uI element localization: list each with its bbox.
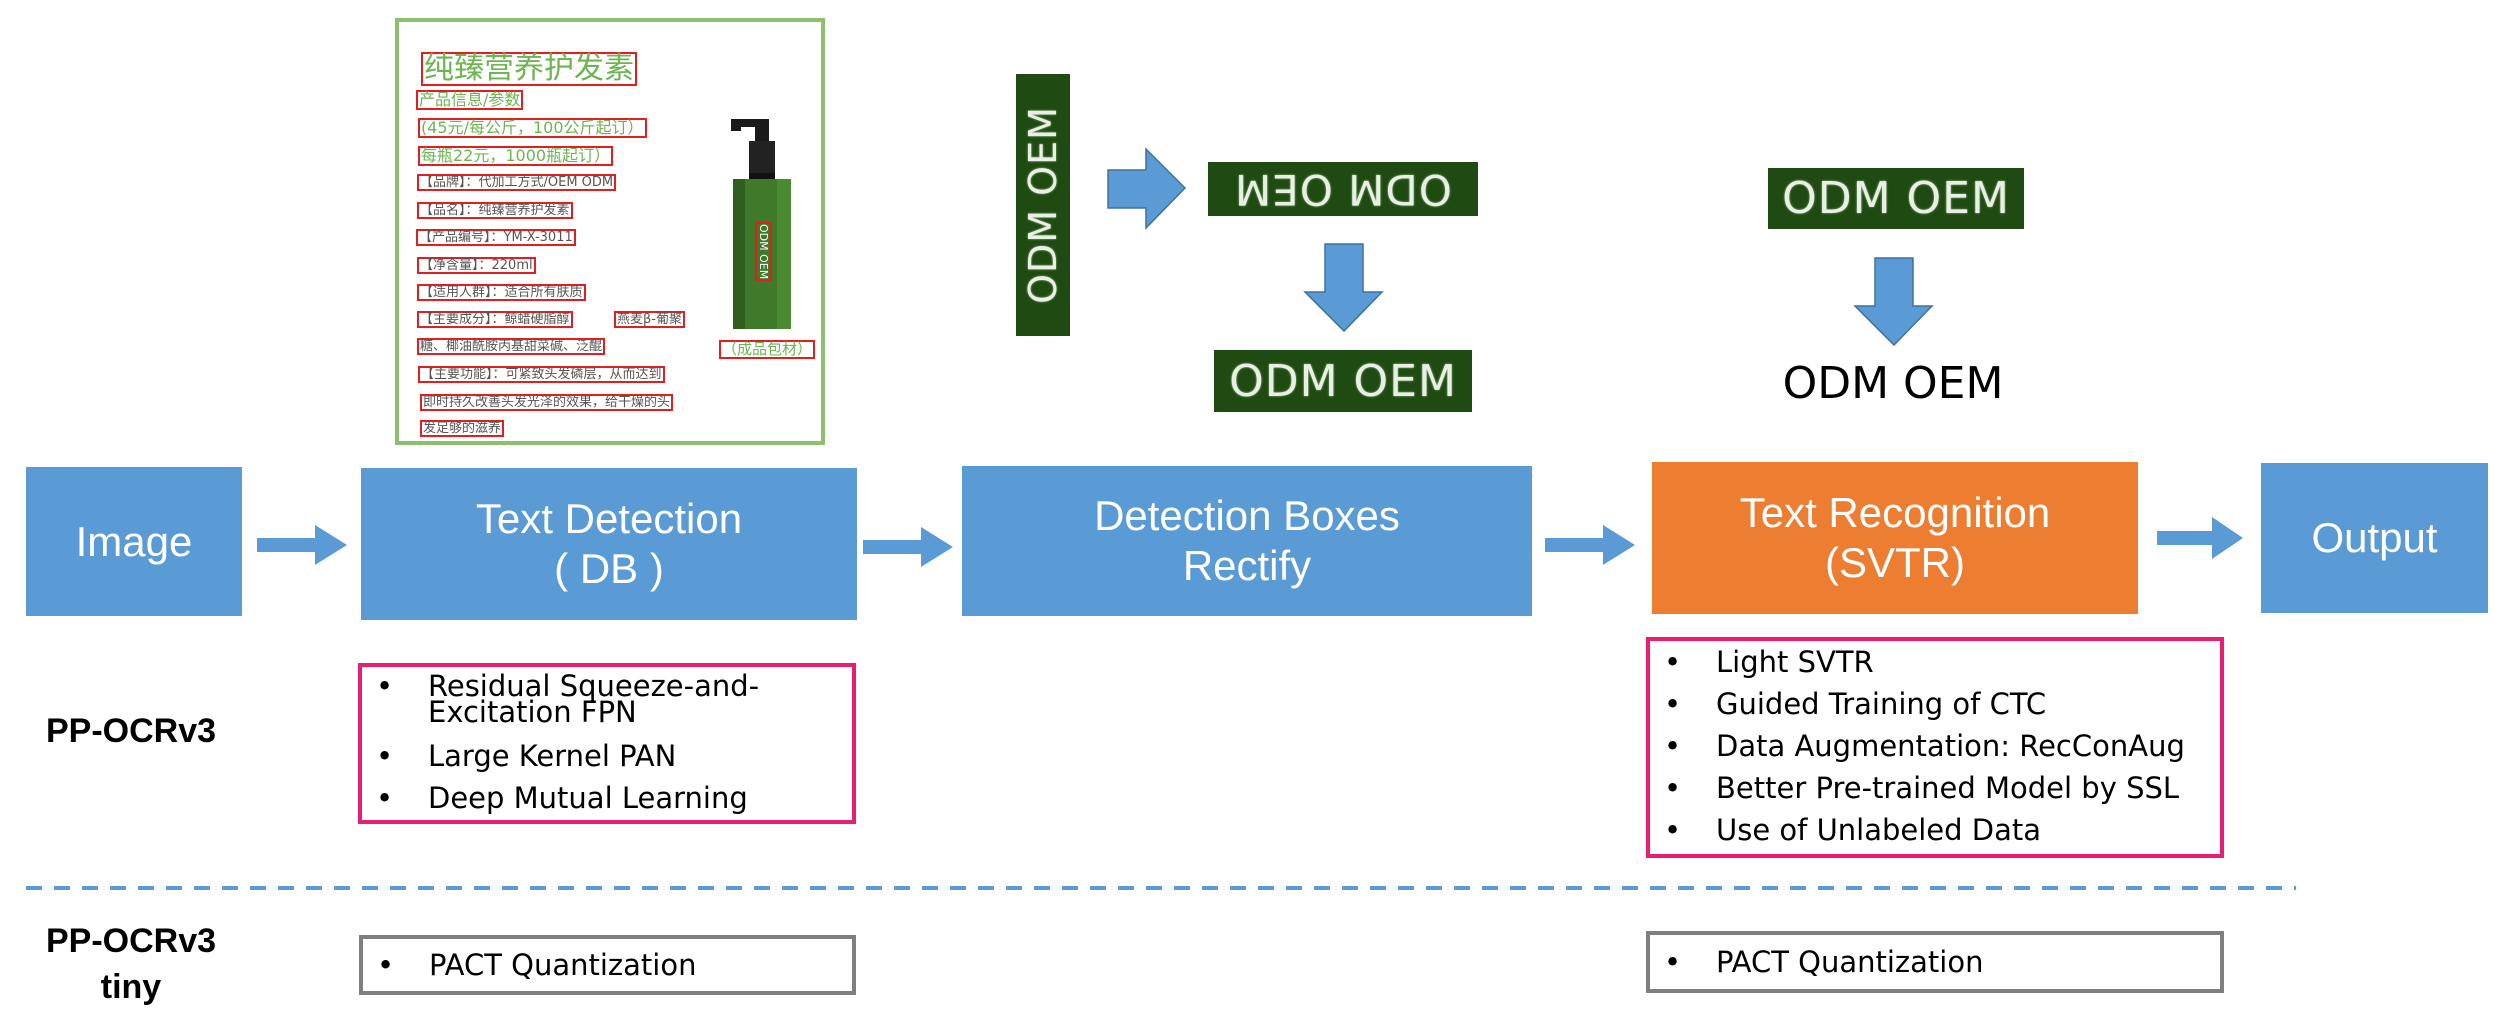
bullet-item: • Data Augmentation: RecConAug — [1650, 725, 2220, 767]
bullet-icon: • — [376, 669, 394, 703]
row-label-line: PP-OCRv3 — [45, 922, 217, 960]
down-arrow-icon — [1853, 257, 1934, 347]
right-arrow-icon — [257, 525, 347, 565]
detection-improvements-box: • Residual Squeeze-and-Excitation FPN • … — [358, 663, 856, 824]
bullet-text: PACT Quantization — [1716, 945, 1984, 979]
stage-output: Output — [2261, 463, 2488, 613]
bullet-text: Deep Mutual Learning — [428, 781, 748, 815]
bullet-icon: • — [1664, 687, 1682, 721]
detected-text-line: 【适用人群】：适合所有肤质 — [417, 284, 586, 301]
detected-text-line: 每瓶22元，1000瓶起订） — [418, 146, 614, 166]
down-arrow-icon — [1303, 243, 1384, 333]
bullet-text: Data Augmentation: RecConAug — [1716, 729, 2185, 763]
detected-text-line: 糖、椰油酰胺丙基甜菜碱、泛醌 — [417, 338, 606, 355]
bullet-icon: • — [1664, 771, 1682, 805]
detected-text-line: (45元/每公斤，100公斤起订） — [418, 118, 647, 138]
right-arrow-icon — [863, 527, 953, 567]
stage-image: Image — [26, 467, 242, 616]
bullet-text: PACT Quantization — [429, 948, 697, 982]
package-label-text: （成品包材） — [719, 340, 816, 359]
stage-detection-boxes-rectify: Detection Boxes Rectify — [962, 466, 1532, 616]
row-label-line: tiny — [100, 968, 162, 1006]
recognition-input-crop: ODM OEM — [1768, 168, 2024, 229]
stage-text-detection: Text Detection ( DB ) — [361, 468, 857, 620]
row-label-ppocrv3-tiny: PP-OCRv3 tiny — [26, 918, 236, 1010]
stage-label: Image — [75, 517, 193, 565]
detection-tiny-box: • PACT Quantization — [359, 935, 856, 995]
right-arrow-icon — [1107, 147, 1187, 230]
bullet-item: • PACT Quantization — [1650, 935, 2220, 989]
detected-title-text: 纯臻营养护发素 — [421, 52, 637, 86]
bullet-icon: • — [1664, 729, 1682, 763]
bullet-item: • Residual Squeeze-and-Excitation FPN — [362, 669, 852, 729]
bullet-text: Large Kernel PAN — [428, 739, 677, 773]
bullet-item: • Light SVTR — [1650, 641, 2220, 683]
bullet-icon: • — [1664, 945, 1682, 979]
stage-label: Detection Boxes — [1094, 492, 1400, 539]
bullet-icon: • — [377, 948, 395, 982]
stage-label: Output — [2311, 514, 2438, 561]
recognition-output-text: ODM OEM — [1782, 358, 2004, 409]
flipped-text-crop: ODM OEM — [1208, 162, 1478, 216]
bullet-item: • Deep Mutual Learning — [362, 777, 852, 819]
bullet-item: • Use of Unlabeled Data — [1650, 809, 2220, 851]
bullet-item: • Guided Training of CTC — [1650, 683, 2220, 725]
detected-text-line: 产品信息/参数 — [416, 90, 524, 110]
bullet-item: • Better Pre-trained Model by SSL — [1650, 767, 2220, 809]
bullet-icon: • — [376, 739, 394, 773]
vertical-text-crop: ODM OEM — [1016, 74, 1070, 336]
detected-text-line: 【产品编号】：YM-X-3011 — [416, 229, 576, 246]
bullet-text: Use of Unlabeled Data — [1716, 813, 2042, 847]
bullet-text: Light SVTR — [1716, 645, 1874, 679]
stage-sublabel: Rectify — [1182, 542, 1312, 589]
bullet-item: • Large Kernel PAN — [362, 735, 852, 777]
bottle-label-text: ODM OEM — [755, 222, 772, 282]
bullet-icon: • — [1664, 813, 1682, 847]
bullet-text: Guided Training of CTC — [1716, 687, 2047, 721]
detected-text-line: 【净含量】：220ml — [417, 257, 536, 274]
rectified-text-crop: ODM OEM — [1214, 350, 1472, 412]
bullet-text: Residual Squeeze-and-Excitation FPN — [428, 669, 760, 729]
row-divider-dashed-line — [26, 886, 2296, 890]
detected-text-line: 即时持久改善头发光泽的效果，给干燥的头 — [420, 394, 674, 411]
stage-sublabel: (SVTR) — [1825, 539, 1965, 586]
detected-text-line: 【主要成分】：鲸蜡硬脂醇 — [417, 311, 573, 328]
detected-text-line: 【主要功能】：可紧致头发磷层，从而达到 — [418, 366, 665, 383]
detected-text-line: 燕麦β-葡聚 — [614, 311, 685, 328]
detected-text-line: 【品名】：纯臻营养护发素 — [417, 202, 573, 219]
recognition-tiny-box: • PACT Quantization — [1646, 931, 2224, 993]
detected-text-line: 发足够的滋养 — [420, 420, 505, 437]
stage-text-recognition: Text Recognition (SVTR) — [1652, 462, 2138, 614]
row-label-ppocrv3: PP-OCRv3 — [45, 712, 217, 750]
stage-label: Text Recognition — [1739, 489, 2051, 536]
detected-text-line: 【品牌】：代加工方式/OEM ODM — [417, 174, 617, 191]
bullet-icon: • — [376, 781, 394, 815]
right-arrow-icon — [1545, 525, 1635, 565]
stage-sublabel: ( DB ) — [554, 545, 664, 592]
bullet-icon: • — [1664, 645, 1682, 679]
bullet-text: Better Pre-trained Model by SSL — [1716, 771, 2180, 805]
recognition-improvements-box: • Light SVTR • Guided Training of CTC • … — [1646, 637, 2224, 858]
right-arrow-icon — [2157, 517, 2243, 559]
stage-label: Text Detection — [475, 495, 743, 542]
bullet-item: • PACT Quantization — [363, 939, 852, 991]
input-product-image: 纯臻营养护发素 产品信息/参数 (45元/每公斤，100公斤起订） 每瓶22元，… — [395, 18, 825, 445]
